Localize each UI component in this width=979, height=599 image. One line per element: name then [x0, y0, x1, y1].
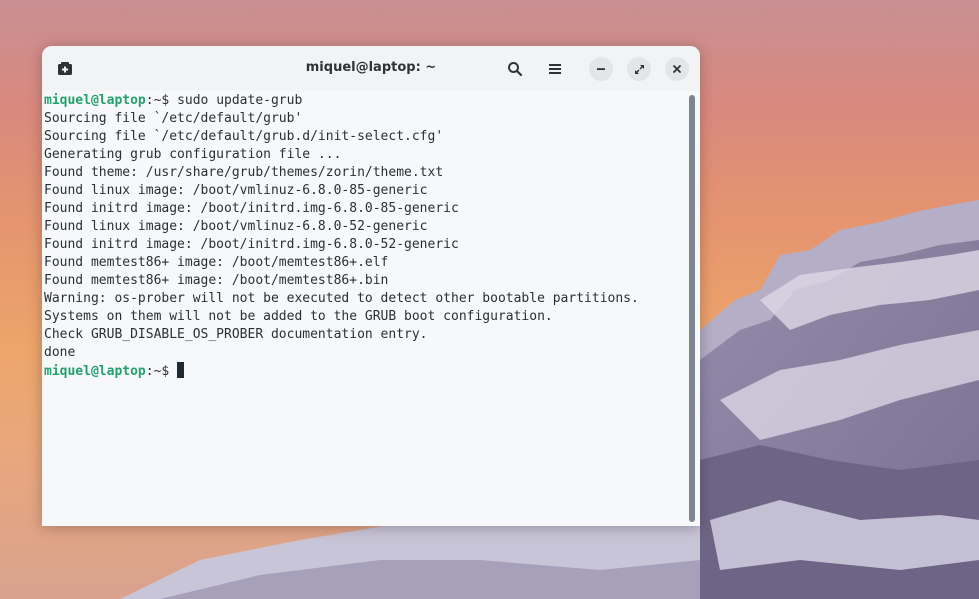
prompt-path: :~$: [145, 364, 178, 379]
output-line: Found initrd image: /boot/initrd.img-6.8…: [44, 201, 459, 216]
search-icon: [508, 62, 523, 77]
new-tab-icon: [58, 62, 72, 75]
command-line: miquel@laptop:~$ sudo update-grub: [44, 92, 688, 110]
minimize-icon: [597, 68, 605, 70]
hamburger-menu-icon: [549, 64, 561, 74]
scrollbar-thumb[interactable]: [689, 95, 695, 522]
menu-button[interactable]: [543, 57, 567, 81]
minimize-button[interactable]: [589, 57, 613, 81]
output-line: Sourcing file `/etc/default/grub': [44, 111, 303, 126]
prompt-user: miquel@laptop: [44, 364, 146, 379]
maximize-button[interactable]: [627, 57, 651, 81]
output-line: Found initrd image: /boot/initrd.img-6.8…: [44, 237, 459, 252]
terminal-output-area[interactable]: miquel@laptop:~$ sudo update-grub Sourci…: [42, 91, 688, 526]
output-line: Found memtest86+ image: /boot/memtest86+…: [44, 273, 389, 288]
output-line: Check GRUB_DISABLE_OS_PROBER documentati…: [44, 327, 428, 342]
new-tab-button[interactable]: [54, 58, 76, 80]
output-line: Found memtest86+ image: /boot/memtest86+…: [44, 255, 389, 270]
output-line: Sourcing file `/etc/default/grub.d/init-…: [44, 129, 444, 144]
titlebar[interactable]: miquel@laptop: ~: [42, 46, 700, 91]
text-cursor: [177, 362, 185, 378]
output-line: Found linux image: /boot/vmlinuz-6.8.0-5…: [44, 219, 428, 234]
output-line: Generating grub configuration file ...: [44, 147, 342, 162]
search-button[interactable]: [503, 57, 527, 81]
output-line: Found linux image: /boot/vmlinuz-6.8.0-8…: [44, 183, 428, 198]
terminal-window: miquel@laptop: ~ miquel@laptop:~$ sudo u…: [42, 46, 700, 526]
close-button[interactable]: [665, 57, 689, 81]
output-line: done: [44, 345, 76, 360]
active-prompt-line[interactable]: miquel@laptop:~$: [44, 362, 688, 380]
output-line: Found theme: /usr/share/grub/themes/zori…: [44, 165, 444, 180]
vertical-scrollbar[interactable]: [688, 95, 696, 522]
prompt-user: miquel@laptop: [44, 93, 146, 108]
maximize-icon: [634, 64, 644, 74]
output-line: Systems on them will not be added to the…: [44, 309, 553, 324]
close-icon: [673, 65, 681, 73]
output-line: Warning: os-prober will not be executed …: [44, 291, 639, 306]
prompt-path: :~$: [145, 93, 178, 108]
command-text: sudo update-grub: [177, 93, 303, 108]
